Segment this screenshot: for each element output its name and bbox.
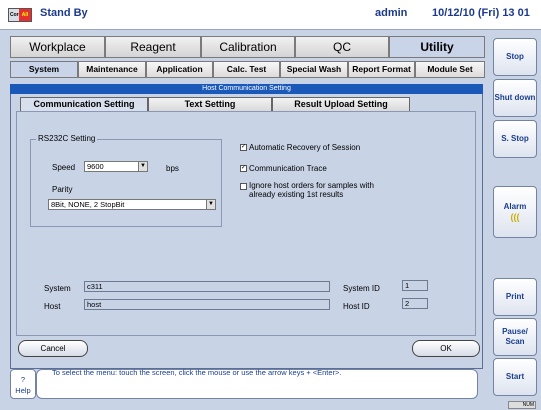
mode-badge: Core All	[8, 8, 32, 22]
ok-button[interactable]: OK	[412, 340, 480, 357]
subtab-report-format[interactable]: Report Format	[348, 61, 415, 78]
speed-unit: bps	[166, 164, 179, 173]
subtab-application[interactable]: Application	[146, 61, 213, 78]
subtab-maintenance[interactable]: Maintenance	[78, 61, 146, 78]
host-id-label: Host ID	[343, 302, 370, 311]
system-label: System	[44, 284, 71, 293]
stop-button[interactable]: Stop	[493, 38, 537, 76]
tab-workplace[interactable]: Workplace	[10, 36, 105, 58]
subtab-module-set[interactable]: Module Set	[415, 61, 485, 78]
cancel-button[interactable]: Cancel	[18, 340, 88, 357]
shutdown-button[interactable]: Shut down	[493, 79, 537, 117]
subtab-calc-test[interactable]: Calc. Test	[213, 61, 280, 78]
help-message: To select the menu: touch the screen, cl…	[52, 368, 342, 377]
auto-recovery-label: Automatic Recovery of Session	[249, 143, 361, 152]
speed-value: 9600	[87, 162, 104, 171]
system-id-field: 1	[402, 280, 428, 291]
pause-scan-button[interactable]: Pause/ Scan	[493, 318, 537, 356]
parity-select[interactable]: 8Bit, NONE, 2 StopBit ▼	[48, 199, 216, 210]
host-label: Host	[44, 302, 61, 311]
help-icon: ?	[20, 375, 26, 384]
tab-qc[interactable]: QC	[295, 36, 389, 58]
chevron-down-icon: ▼	[206, 200, 215, 209]
help-label: Help	[15, 386, 31, 395]
alarm-button[interactable]: Alarm (((	[493, 186, 537, 238]
ignore-host-orders-label: Ignore host orders for samples with alre…	[249, 181, 374, 199]
num-lock-indicator: NUM	[508, 401, 536, 409]
system-status: Stand By	[40, 7, 88, 19]
tab-communication-setting[interactable]: Communication Setting	[20, 97, 148, 112]
print-button[interactable]: Print	[493, 278, 537, 316]
system-id-label: System ID	[343, 284, 380, 293]
panel-title: Host Communication Setting	[10, 84, 483, 94]
tab-result-upload-setting[interactable]: Result Upload Setting	[272, 97, 410, 112]
parity-value: 8Bit, NONE, 2 StopBit	[51, 200, 125, 209]
subtab-special-wash[interactable]: Special Wash	[280, 61, 348, 78]
speed-label: Speed	[52, 163, 76, 172]
communication-trace-checkbox[interactable]: ✓	[240, 165, 247, 172]
mode-badge-right: All	[19, 9, 31, 21]
rs232c-group	[30, 139, 222, 227]
help-button[interactable]: ? Help	[10, 369, 36, 399]
alarm-label: Alarm	[503, 202, 527, 211]
s-stop-button[interactable]: S. Stop	[493, 120, 537, 158]
chevron-down-icon: ▼	[138, 162, 147, 171]
alarm-icon: (((	[510, 212, 520, 222]
rs232c-group-label: RS232C Setting	[36, 134, 98, 143]
speed-select[interactable]: 9600 ▼	[84, 161, 148, 172]
tab-text-setting[interactable]: Text Setting	[148, 97, 272, 112]
parity-label: Parity	[52, 185, 73, 194]
host-field: host	[84, 299, 330, 310]
host-id-field: 2	[402, 298, 428, 309]
subtab-system[interactable]: System	[10, 61, 78, 78]
auto-recovery-checkbox[interactable]: ✓	[240, 144, 247, 151]
communication-trace-label: Communication Trace	[249, 164, 327, 173]
tab-calibration[interactable]: Calibration	[201, 36, 295, 58]
date-time: 10/12/10 (Fri) 13 01	[432, 7, 530, 19]
tab-utility[interactable]: Utility	[389, 36, 485, 58]
system-field: c311	[84, 281, 330, 292]
start-button[interactable]: Start	[493, 358, 537, 396]
tab-reagent[interactable]: Reagent	[105, 36, 201, 58]
ignore-host-orders-checkbox[interactable]	[240, 183, 247, 190]
user-name: admin	[375, 7, 408, 19]
